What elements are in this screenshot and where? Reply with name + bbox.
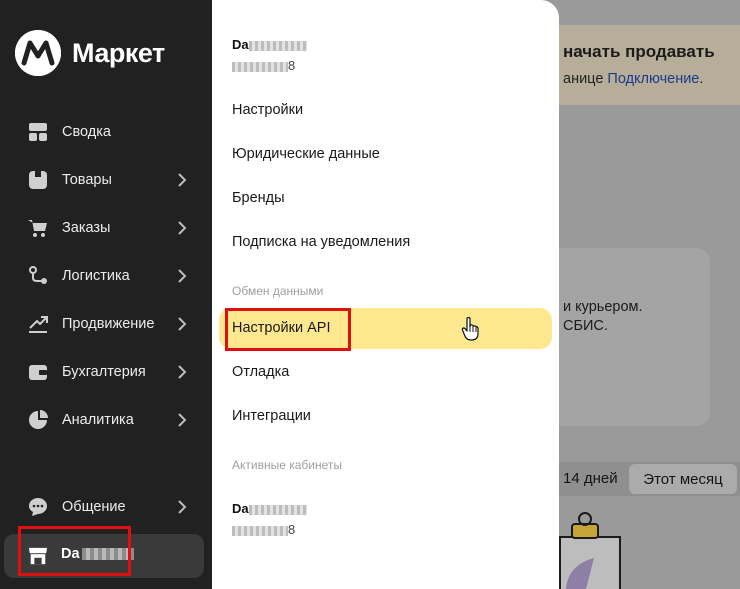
connection-link[interactable]: Подключение (607, 71, 699, 87)
sidebar-item-label: Логистика (62, 268, 130, 284)
banner-title: начать продавать (563, 42, 715, 61)
sidebar-item-analytics[interactable]: Аналитика (0, 400, 212, 440)
route-icon (28, 266, 48, 286)
chevron-right-icon (178, 269, 187, 283)
logo[interactable]: Маркет (15, 30, 165, 76)
sidebar-item-promotion[interactable]: Продвижение (0, 304, 212, 344)
period-this-month[interactable]: Этот месяц (629, 464, 737, 494)
clipboard-illustration-icon (559, 512, 621, 589)
sidebar-item-label: Товары (62, 172, 112, 188)
wallet-icon (28, 362, 48, 382)
card-text-line: и курьером. (563, 299, 643, 315)
chevron-right-icon (178, 173, 187, 187)
sidebar-item-orders[interactable]: Заказы (0, 208, 212, 248)
sidebar-item-summary[interactable]: Сводка (0, 112, 212, 152)
section-label-active-accounts: Активные кабинеты (232, 458, 343, 472)
sidebar-item-accounting[interactable]: Бухгалтерия (0, 352, 212, 392)
annotation-box-account (18, 526, 131, 576)
sidebar-item-logistics[interactable]: Логистика (0, 256, 212, 296)
sidebar-item-communication[interactable]: Общение (0, 487, 212, 527)
account-name-top: Da (232, 37, 307, 52)
logo-text: Маркет (72, 37, 165, 68)
annotation-box-api-settings (225, 308, 351, 351)
trend-icon (28, 314, 48, 334)
account-id-bottom: 8 (232, 522, 295, 537)
chevron-right-icon (178, 221, 187, 235)
pie-icon (28, 410, 48, 430)
products-icon (28, 170, 48, 190)
redacted-text (232, 61, 288, 72)
market-logo-icon (15, 30, 61, 76)
cart-icon (28, 218, 48, 238)
sidebar-item-label: Заказы (62, 220, 111, 236)
menu-item-integrations[interactable]: Интеграции (232, 408, 311, 424)
sidebar-item-label: Бухгалтерия (62, 364, 146, 380)
hand-cursor-icon (461, 317, 479, 341)
sidebar-item-label: Общение (62, 499, 126, 515)
menu-item-notification-subscription[interactable]: Подписка на уведомления (232, 234, 410, 250)
info-card (548, 248, 710, 426)
redacted-text (248, 40, 307, 51)
sidebar: Маркет Сводка Товары Заказы Логистика Пр… (0, 0, 212, 589)
menu-item-debugging[interactable]: Отладка (232, 364, 289, 380)
menu-item-brands[interactable]: Бренды (232, 190, 285, 206)
chevron-right-icon (178, 413, 187, 427)
redacted-text (232, 525, 288, 536)
period-14-days[interactable]: 14 дней (563, 470, 618, 487)
menu-item-settings[interactable]: Настройки (232, 102, 303, 118)
sidebar-item-label: Сводка (62, 124, 111, 140)
chat-icon (28, 497, 48, 517)
chevron-right-icon (178, 317, 187, 331)
chevron-right-icon (178, 365, 187, 379)
account-name-bottom[interactable]: Da (232, 501, 307, 516)
sidebar-item-products[interactable]: Товары (0, 160, 212, 200)
chevron-right-icon (178, 500, 187, 514)
banner (548, 25, 740, 105)
sidebar-item-label: Аналитика (62, 412, 134, 428)
account-id-top: 8 (232, 58, 295, 73)
banner-text: анице Подключение. (563, 71, 704, 87)
menu-item-legal-data[interactable]: Юридические данные (232, 146, 380, 162)
section-label-data-exchange: Обмен данными (232, 284, 324, 298)
sidebar-item-label: Продвижение (62, 316, 155, 332)
card-text-line: СБИС. (563, 318, 608, 334)
dashboard-icon (28, 122, 48, 142)
redacted-text (248, 504, 307, 515)
